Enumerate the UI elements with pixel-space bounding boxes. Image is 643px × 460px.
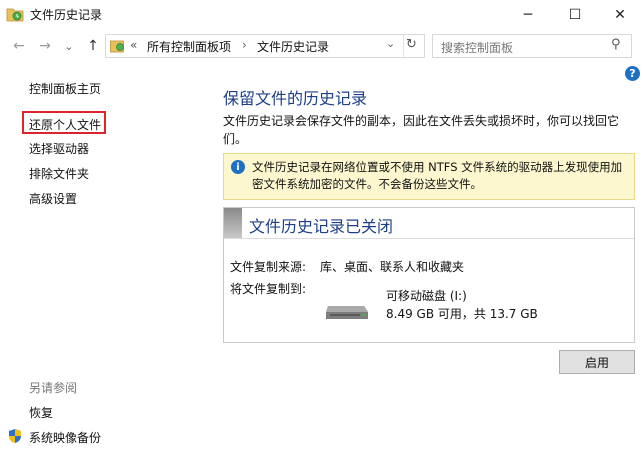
window-title: 文件历史记录 bbox=[30, 8, 103, 22]
search-icon[interactable]: ⚲ bbox=[611, 37, 621, 52]
up-button[interactable]: ↑ bbox=[84, 38, 102, 54]
status-panel: 文件历史记录已关闭 文件复制来源: 库、桌面、联系人和收藏夹 将文件复制到: 可… bbox=[223, 207, 635, 343]
title-bar: 文件历史记录 ─ ☐ ✕ bbox=[0, 0, 643, 30]
back-button[interactable]: ← bbox=[10, 38, 28, 54]
control-panel-icon bbox=[110, 38, 126, 53]
forward-button[interactable]: → bbox=[36, 38, 54, 54]
chevron-down-icon: ⌄ bbox=[64, 39, 74, 53]
sidebar-item-restore-personal-files[interactable]: 还原个人文件 bbox=[29, 116, 101, 133]
breadcrumb-separator[interactable]: › bbox=[242, 38, 247, 52]
refresh-icon[interactable]: ↻ bbox=[406, 37, 417, 52]
copy-source-label: 文件复制来源: bbox=[230, 260, 307, 274]
search-input[interactable]: 搜索控制面板 bbox=[441, 39, 513, 56]
page-title: 保留文件的历史记录 bbox=[223, 89, 368, 108]
back-arrow-icon: ← bbox=[13, 38, 25, 54]
sidebar-item-select-drive[interactable]: 选择驱动器 bbox=[29, 140, 89, 157]
sidebar-item-advanced-settings[interactable]: 高级设置 bbox=[29, 190, 77, 207]
close-button[interactable]: ✕ bbox=[597, 0, 643, 30]
info-icon: i bbox=[231, 160, 245, 174]
status-indicator-bar bbox=[224, 208, 242, 238]
minimize-button[interactable]: ─ bbox=[505, 0, 551, 30]
search-box[interactable]: 搜索控制面板 ⚲ bbox=[432, 34, 632, 58]
see-also-heading: 另请参阅 bbox=[29, 381, 78, 395]
copy-source-value: 库、桌面、联系人和收藏夹 bbox=[320, 260, 465, 274]
sidebar-item-control-panel-home[interactable]: 控制面板主页 bbox=[29, 80, 101, 97]
drive-name: 可移动磁盘 (I:) bbox=[386, 289, 467, 303]
address-dropdown-icon[interactable]: ⌄ bbox=[386, 37, 395, 50]
info-icon-glyph: i bbox=[236, 161, 240, 173]
see-also-system-image-backup[interactable]: 系统映像备份 bbox=[29, 429, 101, 446]
up-arrow-icon: ↑ bbox=[87, 38, 99, 54]
file-history-app-icon bbox=[6, 6, 24, 22]
close-icon: ✕ bbox=[614, 7, 626, 23]
maximize-button[interactable]: ☐ bbox=[552, 0, 598, 30]
removable-drive-icon bbox=[324, 300, 370, 322]
enable-button[interactable]: 启用 bbox=[559, 350, 635, 374]
breadcrumb-overflow[interactable]: « bbox=[130, 38, 137, 52]
breadcrumb-file-history[interactable]: 文件历史记录 bbox=[257, 38, 329, 55]
info-text: 文件历史记录在网络位置或不使用 NTFS 文件系统的驱动器上发现使用加密文件系统… bbox=[252, 160, 623, 191]
forward-arrow-icon: → bbox=[39, 38, 51, 54]
breadcrumb-all-items[interactable]: 所有控制面板项 bbox=[147, 38, 231, 55]
info-banner: i 文件历史记录在网络位置或不使用 NTFS 文件系统的驱动器上发现使用加密文件… bbox=[223, 153, 635, 200]
copy-target-label: 将文件复制到: bbox=[230, 282, 307, 296]
status-title: 文件历史记录已关闭 bbox=[249, 217, 394, 236]
shield-icon bbox=[7, 428, 23, 444]
sidebar-item-exclude-folders[interactable]: 排除文件夹 bbox=[29, 165, 89, 182]
help-icon-glyph: ? bbox=[629, 67, 636, 80]
page-description: 文件历史记录会保存文件的副本，因此在文件丢失或损坏时，你可以找回它们。 bbox=[223, 114, 620, 146]
status-header: 文件历史记录已关闭 bbox=[224, 208, 634, 239]
recent-locations-button[interactable]: ⌄ bbox=[60, 38, 78, 54]
address-divider bbox=[403, 35, 404, 57]
see-also-recovery[interactable]: 恢复 bbox=[29, 404, 53, 421]
minimize-icon: ─ bbox=[523, 7, 533, 23]
maximize-icon: ☐ bbox=[568, 7, 582, 23]
drive-space: 8.49 GB 可用，共 13.7 GB bbox=[386, 307, 538, 321]
address-bar[interactable]: « 所有控制面板项 › 文件历史记录 ⌄ ↻ bbox=[105, 34, 425, 58]
help-icon[interactable]: ? bbox=[625, 66, 640, 81]
